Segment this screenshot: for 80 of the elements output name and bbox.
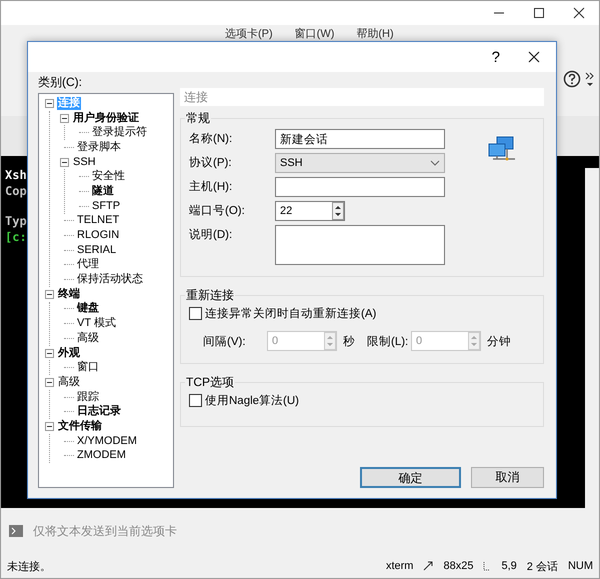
- tree-item[interactable]: ZMODEM: [76, 449, 127, 462]
- tree-item[interactable]: RLOGIN: [76, 229, 120, 242]
- status-text: 88x25: [443, 560, 474, 572]
- field-label: 说明(D):: [189, 228, 234, 243]
- close-icon[interactable]: [573, 7, 585, 19]
- tree-item[interactable]: 高级: [76, 332, 100, 345]
- tree-item[interactable]: 隧道: [91, 184, 115, 198]
- reconnect-checkbox[interactable]: 连接异常关闭时自动重新连接(A): [189, 306, 535, 321]
- text-field[interactable]: 新建会话: [275, 129, 445, 149]
- collapse-icon[interactable]: [45, 98, 54, 108]
- tree-item[interactable]: SSH: [72, 156, 97, 169]
- compose-field[interactable]: 仅将文本发送到当前选项卡: [31, 523, 331, 539]
- group-title: TCP选项: [185, 374, 235, 391]
- menu-item[interactable]: 帮助(H): [356, 26, 394, 40]
- unit-label: 秒: [343, 334, 355, 348]
- unit-label: 分钟: [487, 334, 511, 348]
- nagle-checkbox[interactable]: 使用Nagle算法(U): [189, 393, 535, 408]
- tree-item[interactable]: 登录提示符: [91, 126, 148, 140]
- tree-item[interactable]: SERIAL: [76, 244, 118, 257]
- field-label: 主机(H):: [189, 179, 234, 195]
- tree-item[interactable]: 高级: [57, 376, 81, 389]
- field-label: 端口号(O):: [189, 204, 246, 219]
- tree-item[interactable]: 终端: [57, 288, 81, 301]
- tree-item[interactable]: 文件传输: [57, 420, 103, 433]
- resize-icon: [423, 561, 434, 571]
- tree-item[interactable]: 安全性: [91, 170, 126, 184]
- text-field[interactable]: [275, 177, 445, 197]
- terminal-icon[interactable]: [9, 525, 23, 537]
- tree-item[interactable]: 窗口: [76, 361, 100, 374]
- scrollbar[interactable]: [585, 168, 599, 508]
- tree-item[interactable]: VT 模式: [76, 317, 117, 330]
- collapse-icon[interactable]: [60, 158, 69, 167]
- protocol-dropdown[interactable]: SSH: [275, 153, 445, 173]
- tree-item[interactable]: 日志记录: [76, 405, 122, 418]
- tree-item[interactable]: 跟踪: [76, 390, 100, 404]
- port-spinner[interactable]: 22: [275, 201, 345, 221]
- tree-item[interactable]: 代理: [76, 258, 100, 272]
- tree-item[interactable]: 登录脚本: [76, 140, 122, 154]
- field-label: 限制(L):: [367, 334, 410, 348]
- tree-item[interactable]: 保持活动状态: [76, 273, 144, 286]
- status-text: NUM: [568, 560, 593, 572]
- overflow-icon[interactable]: [585, 70, 595, 86]
- collapse-icon[interactable]: [45, 290, 54, 299]
- cursor-position-icon: [483, 561, 492, 571]
- field-label: 间隔(V):: [203, 334, 247, 348]
- collapse-icon[interactable]: [60, 114, 69, 123]
- tree-item[interactable]: 键盘: [76, 302, 100, 316]
- panel-title: 连接: [180, 88, 544, 106]
- tree-item[interactable]: 外观: [57, 346, 81, 360]
- description-field[interactable]: [275, 225, 445, 265]
- terminal-text: Cop: [5, 184, 27, 198]
- tree-item[interactable]: 用户身份验证: [72, 112, 140, 125]
- maximize-icon[interactable]: [533, 7, 545, 19]
- tree-item[interactable]: TELNET: [76, 214, 120, 228]
- field-label: 协议(P):: [189, 155, 233, 171]
- menu-item[interactable]: 窗口(W): [294, 26, 334, 40]
- tree-item[interactable]: X/YMODEM: [76, 434, 138, 448]
- menu-item[interactable]: 选项卡(P): [225, 26, 273, 40]
- close-icon[interactable]: [528, 51, 540, 63]
- terminal-text: Xsh: [5, 168, 27, 182]
- help-button[interactable]: ?: [492, 48, 500, 66]
- spin-arrows-icon[interactable]: [332, 202, 344, 220]
- collapse-icon[interactable]: [45, 378, 54, 387]
- status-text: 5,9: [501, 560, 517, 572]
- category-label: 类别(C):: [38, 74, 83, 91]
- collapse-icon[interactable]: [45, 422, 54, 431]
- group-title: 常规: [185, 110, 211, 127]
- tree-item[interactable]: SFTP: [91, 200, 122, 213]
- status-text: 未连接。: [7, 560, 51, 574]
- terminal-text: Typ: [5, 214, 27, 228]
- status-text: 2 会话: [526, 560, 558, 574]
- ok-button[interactable]: 确定: [360, 467, 461, 488]
- caret-icon[interactable]: [430, 160, 440, 166]
- group-title: 重新连接: [185, 287, 235, 304]
- help-icon[interactable]: [563, 70, 581, 88]
- status-text: xterm: [386, 560, 414, 572]
- field-label: 名称(N):: [189, 132, 234, 147]
- collapse-icon[interactable]: [45, 348, 54, 358]
- terminal-text: [c:: [5, 230, 27, 244]
- cancel-button[interactable]: 取消: [471, 467, 544, 488]
